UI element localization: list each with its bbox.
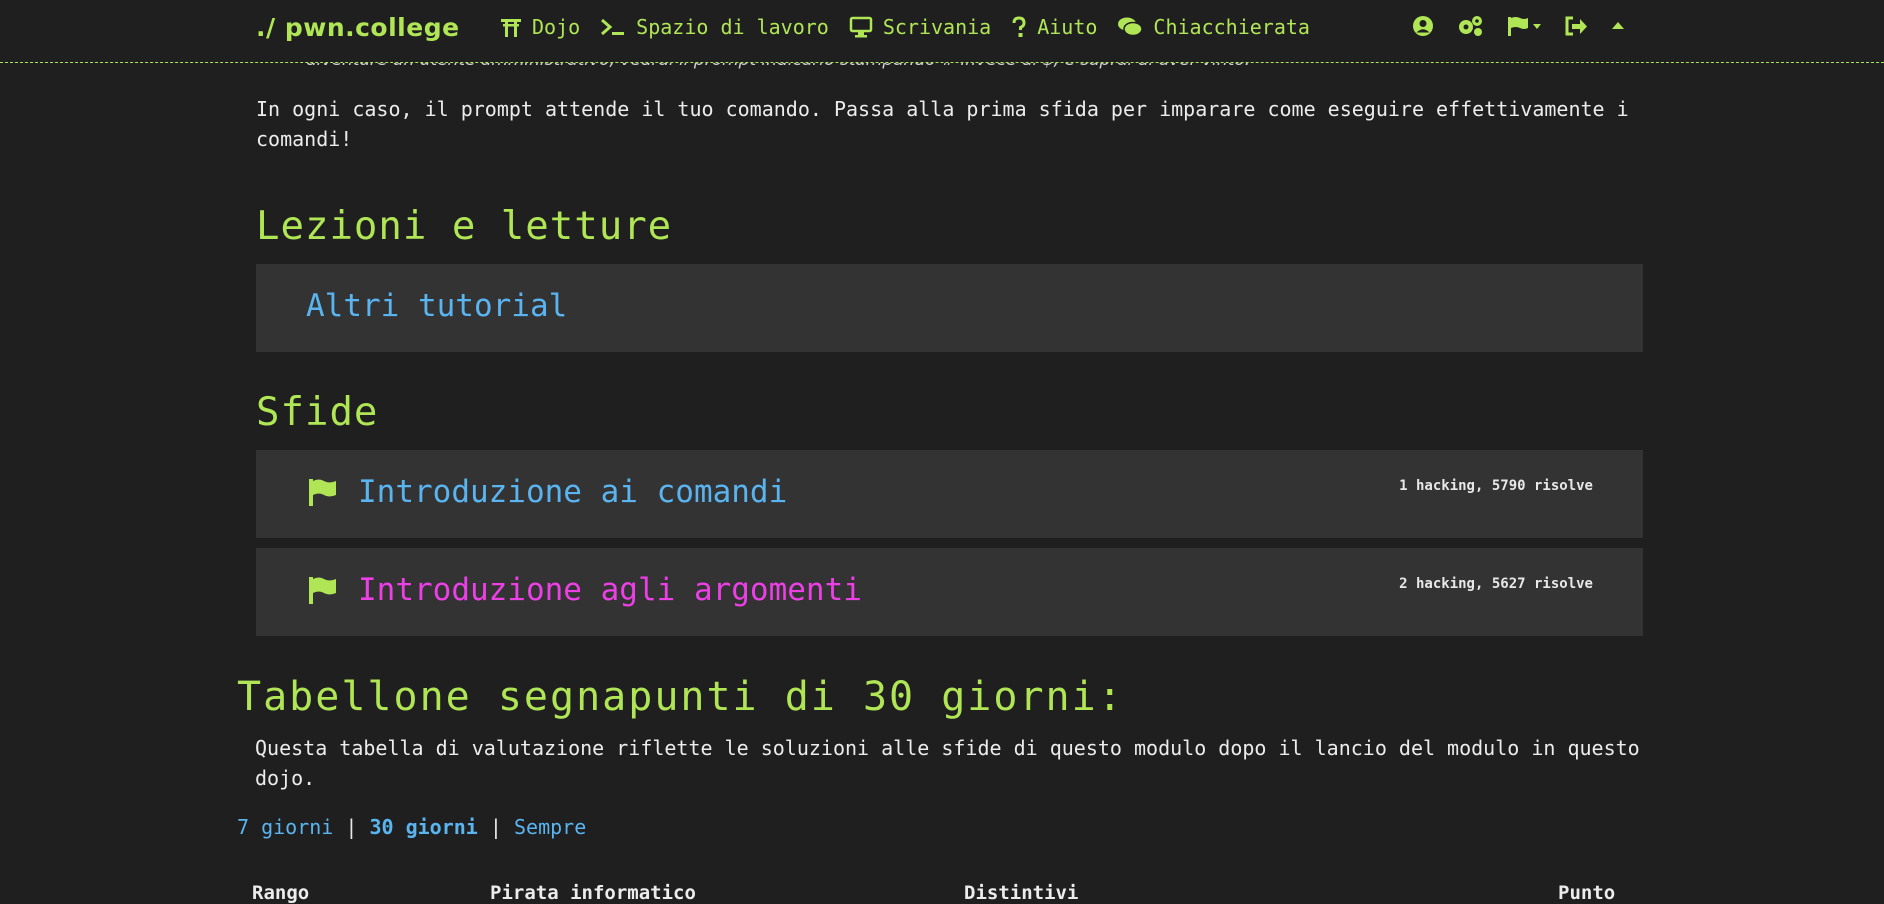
challenges-heading: Sfide <box>256 390 379 435</box>
flag-icon <box>309 479 336 506</box>
top-navbar: ./ pwn.college Dojo Spazio di lavoro Scr… <box>0 0 1884 63</box>
challenge-stats: 1 hacking, 5790 risolve <box>1399 478 1593 494</box>
lecture-card[interactable]: Altri tutorial <box>256 264 1643 352</box>
flag-dropdown-icon <box>1508 17 1541 36</box>
lectures-heading: Lezioni e letture <box>256 204 673 249</box>
range-30-days-link[interactable]: 30 giorni <box>369 815 477 839</box>
column-badges-header: Distintivi <box>964 882 1079 904</box>
chevron-up-icon <box>1612 22 1624 29</box>
challenge-title[interactable]: Introduzione ai comandi <box>358 474 787 510</box>
flag-icon <box>309 577 336 604</box>
nav-item-dojo[interactable]: Dojo <box>500 15 580 39</box>
question-icon <box>1012 16 1026 37</box>
column-rank-header: Rango <box>252 882 310 904</box>
range-7-days-link[interactable]: 7 giorni <box>237 815 333 839</box>
scoreboard-range-selector: 7 giorni | 30 giorni | Sempre <box>237 815 586 839</box>
nav-menu: Dojo Spazio di lavoro Scrivania Aiuto Ch… <box>500 15 1330 39</box>
nav-label-desktop: Scrivania <box>882 15 992 39</box>
settings-cogs-icon <box>1459 16 1482 36</box>
nav-label-chat: Chiacchierata <box>1153 15 1310 39</box>
nav-item-chat[interactable]: Chiacchierata <box>1117 15 1310 39</box>
intro-paragraph: In ogni caso, il prompt attende il tuo c… <box>256 97 1629 151</box>
range-separator: | <box>345 815 358 839</box>
nav-icon-group <box>1412 15 1648 37</box>
settings-button[interactable] <box>1456 15 1484 37</box>
nav-label-dojo: Dojo <box>532 15 581 39</box>
logout-button[interactable] <box>1564 15 1588 37</box>
nav-label-workspace: Spazio di lavoro <box>636 15 829 39</box>
nav-item-workspace[interactable]: Spazio di lavoro <box>600 15 829 39</box>
comments-icon <box>1118 17 1144 37</box>
account-button[interactable] <box>1412 15 1434 37</box>
nav-item-help[interactable]: Aiuto <box>1011 15 1097 39</box>
scoreboard-description: Questa tabella di valutazione riflette l… <box>255 736 1640 790</box>
column-hacker-header: Pirata informatico <box>490 882 696 904</box>
challenge-card[interactable]: Introduzione ai comandi 1 hacking, 5790 … <box>256 450 1643 538</box>
nav-item-desktop[interactable]: Scrivania <box>849 15 991 39</box>
user-circle-icon <box>1413 16 1433 36</box>
collapse-button[interactable] <box>1610 15 1626 37</box>
brand-logo[interactable]: ./ pwn.college <box>256 13 460 42</box>
range-separator: | <box>489 815 502 839</box>
terminal-icon <box>601 18 625 36</box>
desktop-icon <box>849 16 873 38</box>
column-points-header: Punto <box>1558 882 1616 904</box>
logout-icon <box>1565 16 1587 36</box>
nav-label-help: Aiuto <box>1037 15 1098 39</box>
challenge-title[interactable]: Introduzione agli argomenti <box>358 572 862 608</box>
flag-dropdown-button[interactable] <box>1506 15 1542 37</box>
lecture-title[interactable]: Altri tutorial <box>306 288 567 324</box>
challenge-card[interactable]: Introduzione agli argomenti 2 hacking, 5… <box>256 548 1643 636</box>
torii-gate-icon <box>501 19 521 37</box>
challenge-stats: 2 hacking, 5627 risolve <box>1399 576 1593 592</box>
scoreboard-heading: Tabellone segnapunti di 30 giorni: <box>237 674 1124 720</box>
range-always-link[interactable]: Sempre <box>514 815 586 839</box>
